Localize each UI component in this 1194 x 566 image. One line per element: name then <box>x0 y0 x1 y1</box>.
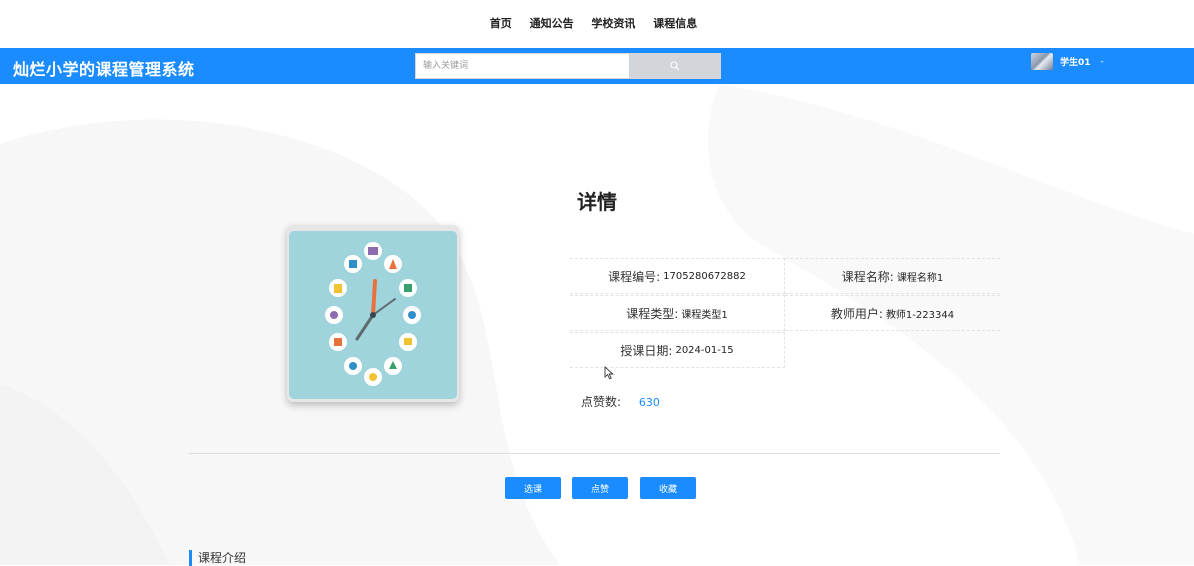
field-date: 授课日期: 2024-01-15 <box>570 332 785 368</box>
divider <box>189 453 1000 454</box>
course-detail-grid: 课程编号: 1705280672882 课程名称: 课程名称1 课程类型: 课程… <box>570 258 1000 368</box>
section-title-course-intro: 课程介绍 <box>189 550 246 566</box>
search-input[interactable] <box>415 53 629 79</box>
field-value: 课程名称1 <box>896 272 944 284</box>
top-navigation: 首页 通知公告 学校资讯 课程信息 <box>0 0 1194 48</box>
user-menu[interactable]: 学生01 - <box>1031 53 1104 70</box>
field-value: 1705280672882 <box>663 270 746 282</box>
avatar <box>1031 53 1053 70</box>
clock-illustration <box>325 242 421 386</box>
field-label: 课程类型: <box>626 306 679 321</box>
search-icon <box>670 61 680 71</box>
field-value: 教师1-223344 <box>885 309 955 321</box>
header-bar: 灿烂小学的课程管理系统 学生01 - <box>0 48 1194 84</box>
nav-home[interactable]: 首页 <box>490 15 512 31</box>
like-button[interactable]: 点赞 <box>572 477 628 499</box>
field-value: 2024-01-15 <box>675 344 734 356</box>
page-title: 详情 <box>577 190 617 214</box>
field-label: 授课日期: <box>620 343 673 358</box>
nav-notices[interactable]: 通知公告 <box>530 15 574 31</box>
site-brand: 灿烂小学的课程管理系统 <box>13 60 195 79</box>
user-menu-caret: - <box>1100 56 1104 67</box>
search-button[interactable] <box>629 53 721 79</box>
field-course-id: 课程编号: 1705280672882 <box>570 258 785 294</box>
nav-school-news[interactable]: 学校资讯 <box>591 15 635 31</box>
field-label: 课程编号: <box>608 269 661 284</box>
like-count: 点赞数: 630 <box>581 393 660 410</box>
field-label: 课程名称: <box>841 269 894 284</box>
course-image <box>287 225 459 402</box>
field-teacher: 教师用户: 教师1-223344 <box>785 295 1000 331</box>
like-count-value: 630 <box>638 396 660 409</box>
field-course-type: 课程类型: 课程类型1 <box>570 295 785 331</box>
like-count-label: 点赞数: <box>581 395 622 409</box>
favorite-button[interactable]: 收藏 <box>640 477 696 499</box>
select-course-button[interactable]: 选课 <box>505 477 561 499</box>
nav-course-info[interactable]: 课程信息 <box>653 15 697 31</box>
field-course-name: 课程名称: 课程名称1 <box>785 258 1000 294</box>
field-label: 教师用户: <box>830 306 883 321</box>
mouse-cursor-icon <box>604 366 614 380</box>
user-name: 学生01 <box>1060 58 1091 68</box>
field-value: 课程类型1 <box>681 309 728 321</box>
